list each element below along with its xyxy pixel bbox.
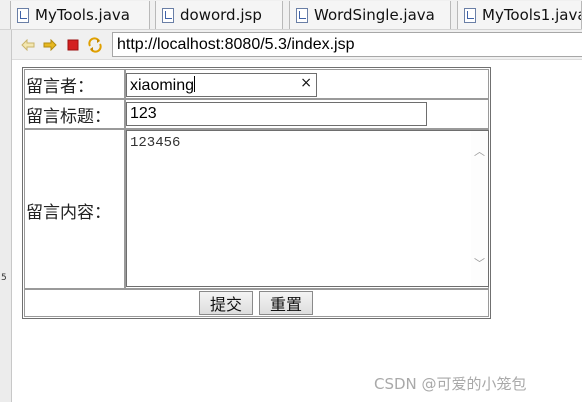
- java-file-icon: [17, 7, 29, 23]
- content-label: 留言内容：: [26, 203, 111, 223]
- scroll-up-icon[interactable]: ︿: [474, 143, 485, 159]
- editor-tab-mytools[interactable]: MyTools.java: [10, 1, 150, 29]
- watermark: CSDN @可爱的小笼包: [374, 375, 527, 393]
- ide-left-gutter: 5: [0, 30, 12, 402]
- editor-tab-label: WordSingle.java: [314, 6, 435, 24]
- clear-icon[interactable]: ×: [300, 75, 312, 91]
- gutter-marker: 5: [1, 273, 7, 283]
- author-label: 留言者：: [26, 77, 94, 97]
- content-textarea-value: 123456: [130, 135, 181, 151]
- jsp-file-icon: [162, 7, 174, 23]
- refresh-icon[interactable]: [87, 37, 103, 53]
- editor-tab-bar: MyTools.java doword.jsp WordSingle.java …: [0, 0, 582, 30]
- title-input[interactable]: 123: [126, 102, 427, 126]
- text-caret: [194, 76, 196, 92]
- author-input-value: xiaoming: [130, 77, 195, 94]
- textarea-scrollbar[interactable]: ︿ ﹀: [471, 131, 488, 286]
- scroll-down-icon[interactable]: ﹀: [474, 255, 485, 271]
- editor-tab-doword[interactable]: doword.jsp: [155, 1, 283, 29]
- editor-tab-label: doword.jsp: [180, 6, 262, 24]
- button-row-cell: [24, 289, 489, 317]
- editor-tab-mytools1[interactable]: MyTools1.java: [457, 1, 582, 29]
- reset-button[interactable]: 重置: [259, 291, 313, 315]
- submit-button[interactable]: 提交: [199, 291, 253, 315]
- browser-toolbar: http://localhost:8080/5.3/index.jsp: [12, 30, 582, 60]
- stop-icon[interactable]: [65, 37, 81, 53]
- java-file-icon: [464, 7, 476, 23]
- author-input[interactable]: xiaoming ×: [126, 73, 317, 97]
- address-bar[interactable]: http://localhost:8080/5.3/index.jsp: [112, 32, 582, 57]
- forward-icon[interactable]: [42, 37, 58, 53]
- editor-tab-wordsingle[interactable]: WordSingle.java: [289, 1, 451, 29]
- message-form: 留言者： xiaoming × 留言标题： 123 留言内容： 123456 ︿…: [22, 67, 491, 319]
- editor-tab-label: MyTools.java: [35, 6, 130, 24]
- editor-tab-label: MyTools1.java: [482, 6, 582, 24]
- title-label: 留言标题：: [26, 107, 111, 127]
- content-textarea[interactable]: 123456 ︿ ﹀: [126, 130, 489, 287]
- back-icon[interactable]: [20, 37, 36, 53]
- java-file-icon: [296, 7, 308, 23]
